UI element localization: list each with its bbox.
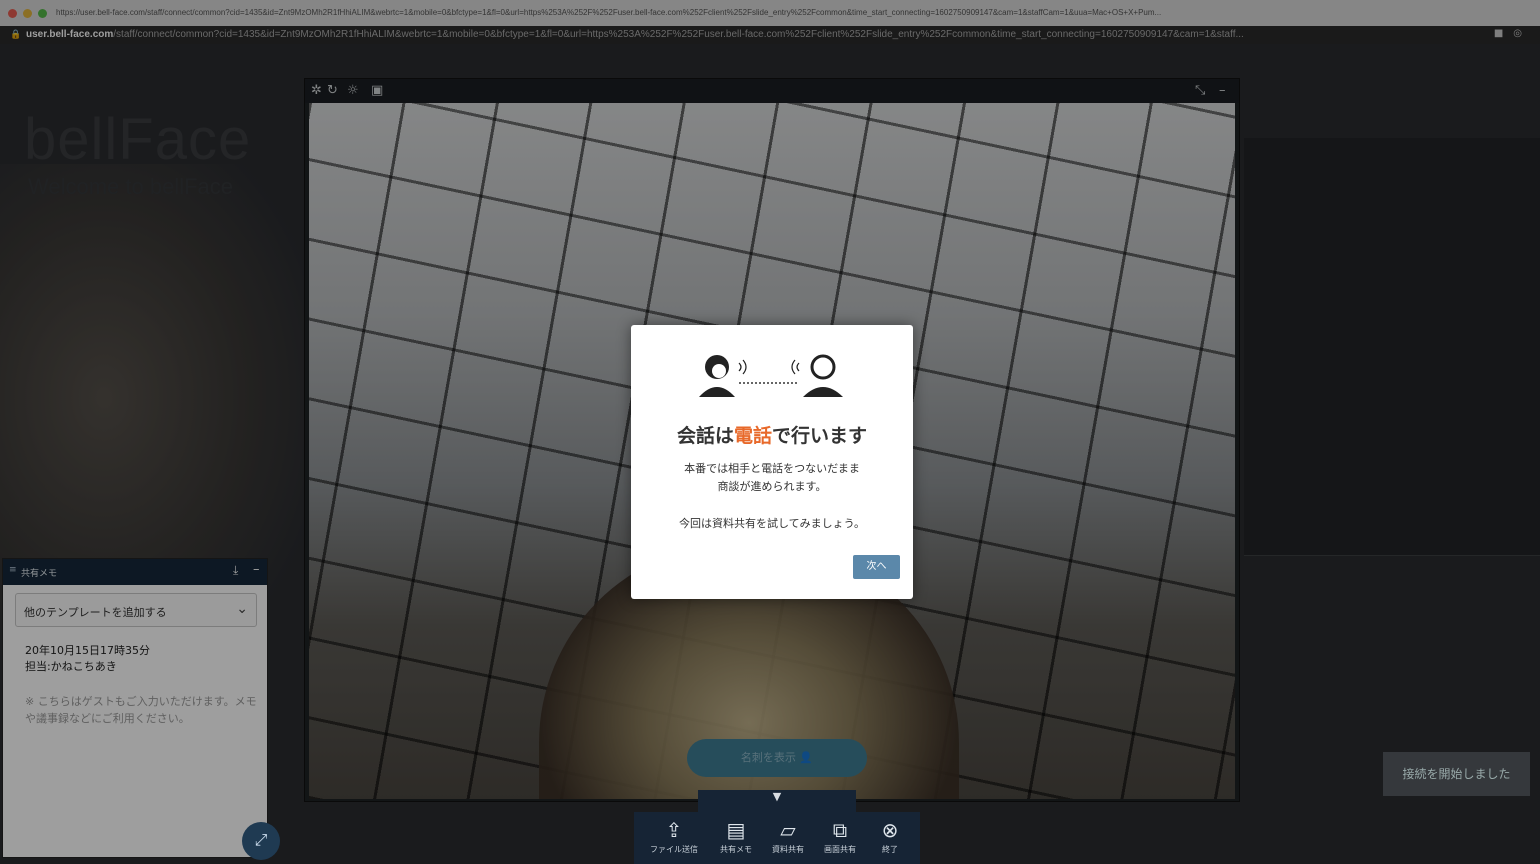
screen-share-label: 画面共有 — [824, 845, 856, 854]
window-title-url: https://user.bell-face.com/staff/connect… — [56, 8, 1162, 17]
welcome-text: Welcome to bellFace — [28, 174, 234, 199]
end-call-label: 終了 — [882, 845, 898, 854]
modal-body-line-3: 今回は資料共有を試してみましょう。 — [678, 517, 865, 530]
address-url[interactable]: user.bell-face.com/staff/connect/common?… — [26, 29, 1486, 40]
file-send-button[interactable]: ⇪ ファイル送信 — [648, 818, 700, 855]
close-window-button[interactable] — [8, 9, 17, 18]
lock-icon: 🔒 — [10, 30, 22, 40]
modal-body-line-2: 商談が進められます。 — [717, 480, 827, 493]
zoom-window-button[interactable] — [38, 9, 47, 18]
memo-date[interactable]: 20年10月15日17時35分 — [25, 643, 150, 659]
male-caller-icon — [791, 354, 843, 397]
memo-hint: ※ こちらはゲストもご入力いただけます。メモや議事録などにご利用ください。 — [25, 695, 257, 725]
modal-body-line-1: 本番では相手と電話をつないだまま — [684, 462, 860, 475]
expand-icon[interactable]: ⤢ — [242, 822, 280, 860]
memo-owner[interactable]: 担当:かねこちあき — [25, 659, 117, 675]
document-share-button[interactable]: ▱ 資料共有 — [762, 818, 814, 855]
brightness-icon[interactable]: ☼ — [347, 83, 359, 98]
minimize-video-button[interactable]: – — [1219, 83, 1226, 98]
person-icon: 👤 — [799, 751, 814, 764]
portrait-icon[interactable]: ▣ — [371, 83, 383, 98]
modal-title: 会話は電話で行います — [631, 421, 913, 448]
minimize-window-button[interactable] — [23, 9, 32, 18]
document-share-label: 資料共有 — [772, 845, 804, 854]
browser-titlebar: https://user.bell-face.com/staff/connect… — [0, 0, 1540, 26]
right-panel — [1244, 138, 1540, 556]
minimize-memo-button[interactable]: – — [253, 562, 260, 577]
file-send-label: ファイル送信 — [650, 845, 698, 854]
settings-icon[interactable]: ✲ — [311, 83, 322, 98]
bellface-logo: bellFace — [24, 107, 252, 172]
screen-share-icon: ⧉ — [832, 818, 848, 842]
collapse-arrows-icon[interactable]: ⤡ — [1195, 83, 1205, 98]
document-share-icon: ▱ — [780, 818, 796, 842]
memo-title: 共有メモ — [21, 569, 58, 579]
template-select-value: 他のテンプレートを追加する — [24, 606, 167, 619]
caret-down-icon: ▼ — [772, 790, 782, 803]
phone-call-illustration — [699, 354, 843, 397]
next-button[interactable]: 次へ — [853, 555, 900, 579]
refresh-icon[interactable]: ↻ — [327, 83, 338, 98]
title-highlight: 電話 — [733, 425, 772, 447]
end-call-button[interactable]: ⊗ 終了 — [864, 818, 916, 855]
url-domain: user.bell-face.com — [26, 29, 114, 40]
bottom-toolbar: ⇪ ファイル送信 ▤ 共有メモ ▱ 資料共有 ⧉ 画面共有 ⊗ 終了 — [634, 812, 920, 864]
memo-icon: ▤ — [726, 818, 746, 842]
chevron-down-icon: ⌄ — [236, 601, 248, 617]
title-part-1: 会話は — [676, 425, 734, 447]
show-business-card-button[interactable]: 名刺を表示 👤 — [687, 739, 867, 777]
hidden-eye-icon[interactable]: ◎ — [1513, 28, 1532, 39]
shared-memo-panel: ≡ 共有メモ ⤓ – 他のテンプレートを追加する ⌄ 20年10月15日17時3… — [2, 558, 268, 858]
upload-icon: ⇪ — [665, 818, 683, 842]
shared-memo-button[interactable]: ▤ 共有メモ — [710, 818, 762, 855]
connection-status-toast: 接続を開始しました — [1383, 752, 1530, 796]
show-card-label: 名刺を表示 — [740, 751, 796, 764]
female-caller-icon — [699, 355, 747, 397]
screen-share-button[interactable]: ⧉ 画面共有 — [814, 818, 866, 855]
video-toolbar: ✲ ↻ ☼ ▣ ⤡ – — [305, 79, 1239, 103]
memo-icon: ≡ — [9, 565, 17, 575]
template-select[interactable]: 他のテンプレートを追加する ⌄ — [15, 593, 257, 627]
address-bar-icons: ■◎ — [1494, 28, 1532, 39]
memo-header: ≡ 共有メモ ⤓ – — [3, 559, 267, 585]
close-circle-icon: ⊗ — [881, 818, 899, 842]
download-icon[interactable]: ⤓ — [233, 563, 238, 578]
camera-icon[interactable]: ■ — [1494, 28, 1513, 39]
url-path: /staff/connect/common?cid=1435&id=Znt9Mz… — [113, 29, 1244, 40]
toolbar-toggle[interactable]: ▼ — [698, 790, 856, 812]
shared-memo-label: 共有メモ — [720, 845, 752, 854]
title-part-2: で行います — [772, 425, 868, 447]
